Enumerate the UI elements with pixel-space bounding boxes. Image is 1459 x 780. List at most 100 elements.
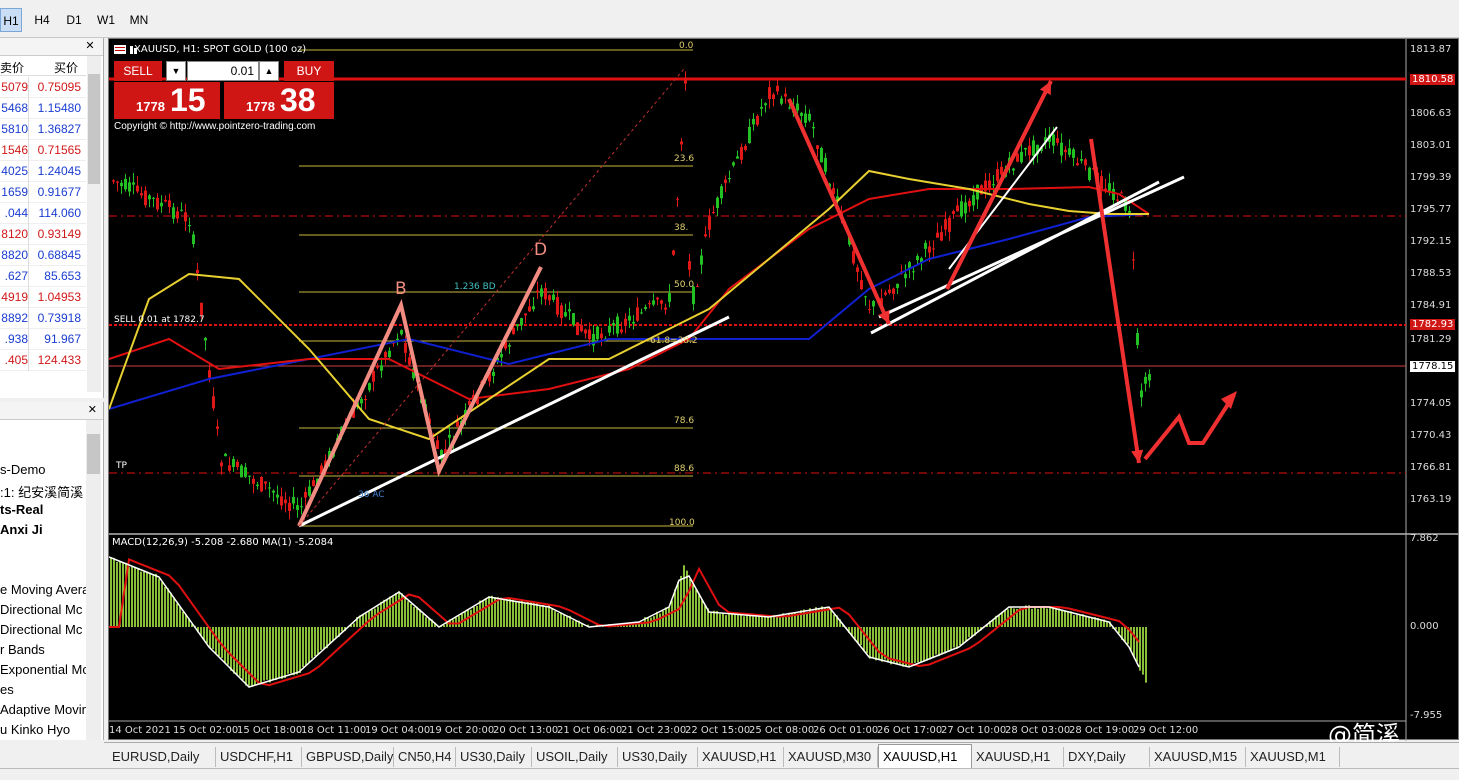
ask-price: 1.04953 <box>37 290 81 304</box>
chart-tab[interactable]: XAUUSD,M1 <box>1246 747 1340 767</box>
chart-tab[interactable]: DXY,Daily <box>1064 747 1150 767</box>
candle-body <box>188 224 191 227</box>
column-divider <box>28 203 29 224</box>
price-axis-label: 1784.91 <box>1410 300 1452 311</box>
sell-button[interactable]: SELL <box>114 61 162 81</box>
navigator-item[interactable]: r Bands <box>0 642 45 657</box>
column-divider <box>28 161 29 182</box>
buy-button[interactable]: BUY <box>284 61 334 81</box>
buy-price-button[interactable]: 1778 38 <box>224 82 334 119</box>
symbol-row[interactable]: .405 124.433 <box>0 350 86 371</box>
symbol-row[interactable]: 8892 0.73918 <box>0 308 86 329</box>
sell-order-label: SELL 0.01 at 1782.7 <box>114 315 205 325</box>
tf-d1-button[interactable]: D1 <box>60 8 88 32</box>
candle-body <box>164 199 167 202</box>
lot-increase-icon[interactable]: ▲ <box>259 61 279 81</box>
candle-body <box>676 198 679 200</box>
chart-tab[interactable]: US30,Daily <box>618 747 698 767</box>
candle-body <box>192 234 195 244</box>
candle-body <box>572 313 575 325</box>
symbol-row[interactable]: 5468 1.15480 <box>0 98 86 119</box>
ask-column-header[interactable]: 买价 <box>54 59 78 76</box>
candle-body <box>708 216 711 230</box>
candle-body <box>436 440 439 450</box>
symbol-row[interactable]: .938 91.967 <box>0 329 86 350</box>
chart-tab[interactable]: XAUUSD,M30 <box>784 747 878 767</box>
down-arrow-1 <box>787 98 891 325</box>
chart-tab[interactable]: USDCHF,H1 <box>216 747 302 767</box>
symbol-row[interactable]: .627 85.653 <box>0 266 86 287</box>
chart-tab[interactable]: XAUUSD,H1 <box>698 747 784 767</box>
column-divider <box>28 245 29 266</box>
candle-body <box>1148 374 1151 381</box>
tf-w1-button[interactable]: W1 <box>92 8 120 32</box>
symbol-row[interactable]: 5810 1.36827 <box>0 119 86 140</box>
navigator-item[interactable]: Adaptive Movin <box>0 702 89 717</box>
candle-body <box>216 426 219 429</box>
candle-body <box>936 232 939 238</box>
navigator-item[interactable]: ts-Real <box>0 502 43 517</box>
tf-h4-button[interactable]: H4 <box>28 8 56 32</box>
chart-tab[interactable]: EURUSD,Daily <box>108 747 216 767</box>
candle-body <box>260 477 263 492</box>
candle-body <box>1056 138 1059 143</box>
candle-body <box>500 354 503 358</box>
navigator-item[interactable]: e Moving Avera <box>0 582 89 597</box>
candle-body <box>492 371 495 376</box>
candle-body <box>304 491 307 498</box>
symbol-row[interactable]: 4025 1.24045 <box>0 161 86 182</box>
navigator-scrollbar[interactable] <box>86 420 101 740</box>
time-axis-label: 19 Oct 04:00 <box>365 725 431 736</box>
symbol-row[interactable]: 4919 1.04953 <box>0 287 86 308</box>
lot-decrease-icon[interactable]: ▼ <box>166 61 186 81</box>
symbol-row[interactable]: 1546 0.71565 <box>0 140 86 161</box>
close-icon[interactable]: ✕ <box>88 403 97 416</box>
candle-body <box>208 370 211 378</box>
candle-body <box>156 197 159 210</box>
chart-tab[interactable]: XAUUSD,H1 <box>878 744 972 768</box>
lot-size-input[interactable]: 0.01 <box>187 61 259 81</box>
market-watch-scrollbar[interactable] <box>87 56 101 392</box>
chart-tab[interactable]: XAUUSD,M15 <box>1150 747 1246 767</box>
candle-body <box>280 496 283 506</box>
chart-tab[interactable]: XAUUSD,H1 <box>972 747 1064 767</box>
navigator-item[interactable]: Directional Mc <box>0 602 82 617</box>
navigator-item[interactable]: es <box>0 682 14 697</box>
bid-column-header[interactable]: 卖价 <box>0 59 24 76</box>
chart-tab[interactable]: CN50,H4 <box>394 747 456 767</box>
candle-body <box>1076 163 1079 166</box>
navigator-item[interactable]: Anxi Ji <box>0 522 43 537</box>
sell-price-small: 1778 <box>136 99 165 114</box>
navigator-item[interactable]: :1: 纪安溪简溪 <box>0 482 83 501</box>
close-icon[interactable]: ✕ <box>83 39 97 53</box>
navigator-item[interactable]: u Kinko Hyo <box>0 722 70 737</box>
symbol-row[interactable]: 8120 0.93149 <box>0 224 86 245</box>
navigator-item[interactable]: Exponential Mc <box>0 662 89 677</box>
tf-mn-button[interactable]: MN <box>124 8 154 32</box>
sell-price-large: 15 <box>170 82 206 118</box>
navigator-item[interactable]: s-Demo <box>0 462 46 477</box>
symbol-row[interactable]: 1659 0.91677 <box>0 182 86 203</box>
ask-price: 1.36827 <box>37 122 81 136</box>
candle-body <box>784 93 787 97</box>
sell-price-button[interactable]: 1778 15 <box>114 82 220 119</box>
chart-window[interactable] <box>108 38 1459 741</box>
bid-price: 8120 <box>1 227 28 241</box>
candle-body <box>704 234 707 237</box>
candle-body <box>360 399 363 404</box>
chart-menu-icon[interactable] <box>114 44 144 56</box>
scroll-thumb[interactable] <box>88 74 100 184</box>
symbol-row[interactable]: 8820 0.68845 <box>0 245 86 266</box>
scroll-thumb[interactable] <box>87 434 100 474</box>
price-chart-canvas[interactable] <box>109 39 1459 741</box>
symbol-row[interactable]: 5079 0.75095 <box>0 77 86 98</box>
tf-h1-button[interactable]: H1 <box>0 8 22 32</box>
chart-tab[interactable]: US30,Daily <box>456 747 532 767</box>
bid-price: 4919 <box>1 290 28 304</box>
candle-body <box>812 126 815 129</box>
chart-tab[interactable]: GBPUSD,Daily <box>302 747 394 767</box>
candle-body <box>528 306 531 312</box>
navigator-item[interactable]: Directional Mc <box>0 622 82 637</box>
chart-tab[interactable]: USOIL,Daily <box>532 747 618 767</box>
symbol-row[interactable]: .044 114.060 <box>0 203 86 224</box>
